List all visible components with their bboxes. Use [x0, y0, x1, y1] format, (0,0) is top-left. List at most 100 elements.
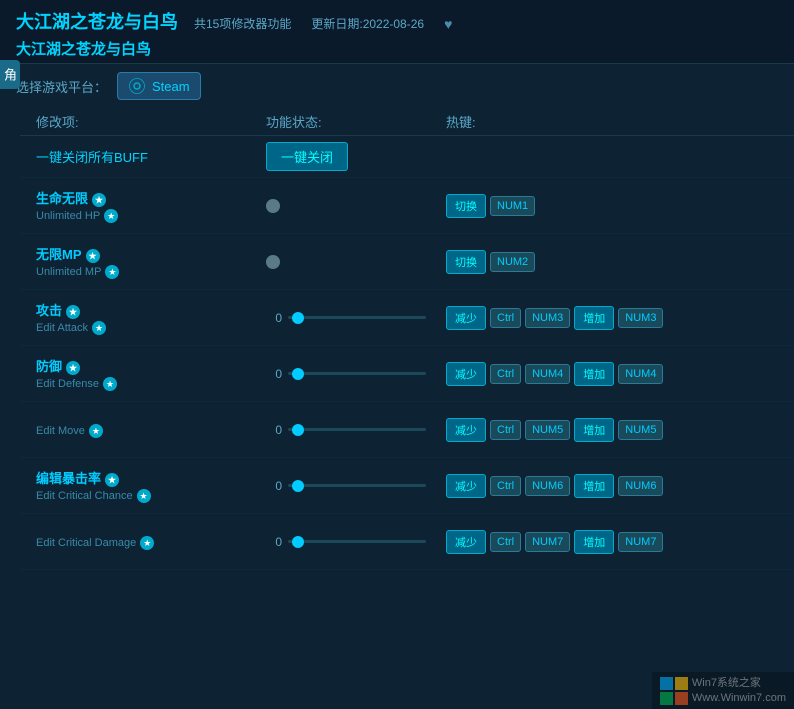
- slider-track[interactable]: [288, 540, 426, 543]
- slider-track[interactable]: [288, 428, 426, 431]
- steam-button[interactable]: Steam: [117, 72, 201, 100]
- key-tag: Ctrl: [490, 420, 521, 440]
- header-meta: 共15项修改器功能 更新日期:2022-08-26 ♥: [194, 15, 452, 32]
- key-tag: Ctrl: [490, 532, 521, 552]
- key-tag: NUM2: [490, 252, 535, 272]
- row-hotkey-col: 减少CtrlNUM4增加NUM4: [446, 362, 778, 386]
- row-name-en: Edit Defense★: [36, 377, 266, 391]
- row-status-col: [266, 255, 446, 269]
- action-hotkey-btn[interactable]: 增加: [574, 362, 614, 386]
- heart-icon[interactable]: ♥: [444, 16, 452, 32]
- watermark-line1: Win7系统之家: [692, 676, 786, 690]
- toggle-circle[interactable]: [266, 255, 280, 269]
- table-row: 防御★Edit Defense★0 减少CtrlNUM4增加NUM4: [20, 346, 794, 402]
- col-name-header: 修改项:: [36, 112, 266, 131]
- rows-container: 生命无限★ Unlimited HP★ 切换NUM1 无限MP★ Unlimited M…: [0, 178, 794, 570]
- row-status-col: 0: [266, 367, 446, 381]
- action-hotkey-btn[interactable]: 减少: [446, 474, 486, 498]
- row-name-col: Edit Critical Damage★: [36, 534, 266, 550]
- table-row: 无限MP★ Unlimited MP★ 切换NUM2: [20, 234, 794, 290]
- row-name-en: Edit Critical Chance★: [36, 489, 266, 503]
- row-name-en: Edit Attack★: [36, 321, 266, 335]
- action-hotkey-btn[interactable]: 增加: [574, 306, 614, 330]
- row-name-zh: 生命无限★: [36, 188, 266, 207]
- row-name-zh: 编辑暴击率★: [36, 468, 266, 487]
- slider-thumb[interactable]: [292, 424, 304, 436]
- slider-thumb[interactable]: [292, 368, 304, 380]
- slider-track[interactable]: [288, 372, 426, 375]
- row-status-col: 0: [266, 311, 446, 325]
- row-name-en: Unlimited HP★: [36, 209, 266, 223]
- one-key-button[interactable]: 一键关闭: [266, 142, 348, 171]
- slider-container: 0: [266, 479, 426, 493]
- row-hotkey-col: 切换NUM1: [446, 194, 778, 218]
- action-hotkey-btn[interactable]: 增加: [574, 530, 614, 554]
- key-tag: NUM7: [525, 532, 570, 552]
- star-icon: ★: [86, 249, 100, 263]
- row-name-zh: 无限MP★: [36, 244, 266, 263]
- star-icon: ★: [92, 321, 106, 335]
- slider-track[interactable]: [288, 484, 426, 487]
- slider-container: 0: [266, 311, 426, 325]
- platform-row: 选择游戏平台： Steam: [0, 64, 794, 108]
- key-tag: NUM3: [525, 308, 570, 328]
- row-name-en: Edit Move★: [36, 424, 266, 438]
- action-hotkey-btn[interactable]: 减少: [446, 418, 486, 442]
- header-title-main: 大江湖之苍龙与白鸟: [16, 8, 178, 34]
- table-header: 修改项: 功能状态: 热键:: [20, 108, 794, 136]
- row-hotkey-col: 切换NUM2: [446, 250, 778, 274]
- row-name-col: 无限MP★ Unlimited MP★: [36, 244, 266, 279]
- slider-value: 0: [266, 423, 282, 437]
- switch-hotkey-btn[interactable]: 切换: [446, 250, 486, 274]
- key-tag: NUM5: [618, 420, 663, 440]
- row-name-col: 编辑暴击率★ Edit Critical Chance★: [36, 468, 266, 503]
- slider-value: 0: [266, 367, 282, 381]
- switch-hotkey-btn[interactable]: 切换: [446, 194, 486, 218]
- toggle-circle[interactable]: [266, 199, 280, 213]
- star-icon: ★: [92, 193, 106, 207]
- slider-container: 0: [266, 367, 426, 381]
- row-name-col: 生命无限★ Unlimited HP★: [36, 188, 266, 223]
- row-name-en: Unlimited MP★: [36, 265, 266, 279]
- row-status-col: [266, 199, 446, 213]
- meta-count: 共15项修改器功能: [194, 15, 291, 32]
- slider-thumb[interactable]: [292, 480, 304, 492]
- key-tag: NUM6: [618, 476, 663, 496]
- slider-container: 0: [266, 423, 426, 437]
- row-name-col: 攻击★ Edit Attack★: [36, 300, 266, 335]
- table-row: Edit Move★0减少CtrlNUM5增加NUM5: [20, 402, 794, 458]
- action-hotkey-btn[interactable]: 减少: [446, 362, 486, 386]
- steam-label: Steam: [152, 79, 190, 94]
- key-tag: NUM5: [525, 420, 570, 440]
- key-tag: NUM4: [618, 364, 663, 384]
- star-icon: ★: [89, 424, 103, 438]
- meta-date: 更新日期:2022-08-26: [311, 15, 424, 32]
- key-tag: NUM7: [618, 532, 663, 552]
- platform-label: 选择游戏平台：: [16, 77, 107, 96]
- key-tag: NUM4: [525, 364, 570, 384]
- row-name-col: 防御★Edit Defense★: [36, 356, 266, 391]
- one-key-label: 一键关闭所有BUFF: [36, 147, 266, 166]
- slider-track[interactable]: [288, 316, 426, 319]
- table-row: 编辑暴击率★ Edit Critical Chance★0 减少CtrlNUM6增加…: [20, 458, 794, 514]
- star-icon: ★: [105, 473, 119, 487]
- row-name-zh: 攻击★: [36, 300, 266, 319]
- key-tag: NUM3: [618, 308, 663, 328]
- key-tag: Ctrl: [490, 308, 521, 328]
- watermark: Win7系统之家 Www.Winwin7.com: [652, 672, 794, 709]
- action-hotkey-btn[interactable]: 减少: [446, 306, 486, 330]
- row-hotkey-col: 减少CtrlNUM6增加NUM6: [446, 474, 778, 498]
- row-hotkey-col: 减少CtrlNUM5增加NUM5: [446, 418, 778, 442]
- star-icon: ★: [103, 377, 117, 391]
- row-name-col: Edit Move★: [36, 422, 266, 438]
- action-hotkey-btn[interactable]: 增加: [574, 418, 614, 442]
- slider-value: 0: [266, 311, 282, 325]
- star-icon: ★: [140, 536, 154, 550]
- action-hotkey-btn[interactable]: 增加: [574, 474, 614, 498]
- side-tab-character[interactable]: 角色: [0, 60, 20, 89]
- action-hotkey-btn[interactable]: 减少: [446, 530, 486, 554]
- star-icon: ★: [66, 361, 80, 375]
- slider-thumb[interactable]: [292, 312, 304, 324]
- table-row: 攻击★Edit Attack★0减少CtrlNUM3增加NUM3: [20, 290, 794, 346]
- slider-thumb[interactable]: [292, 536, 304, 548]
